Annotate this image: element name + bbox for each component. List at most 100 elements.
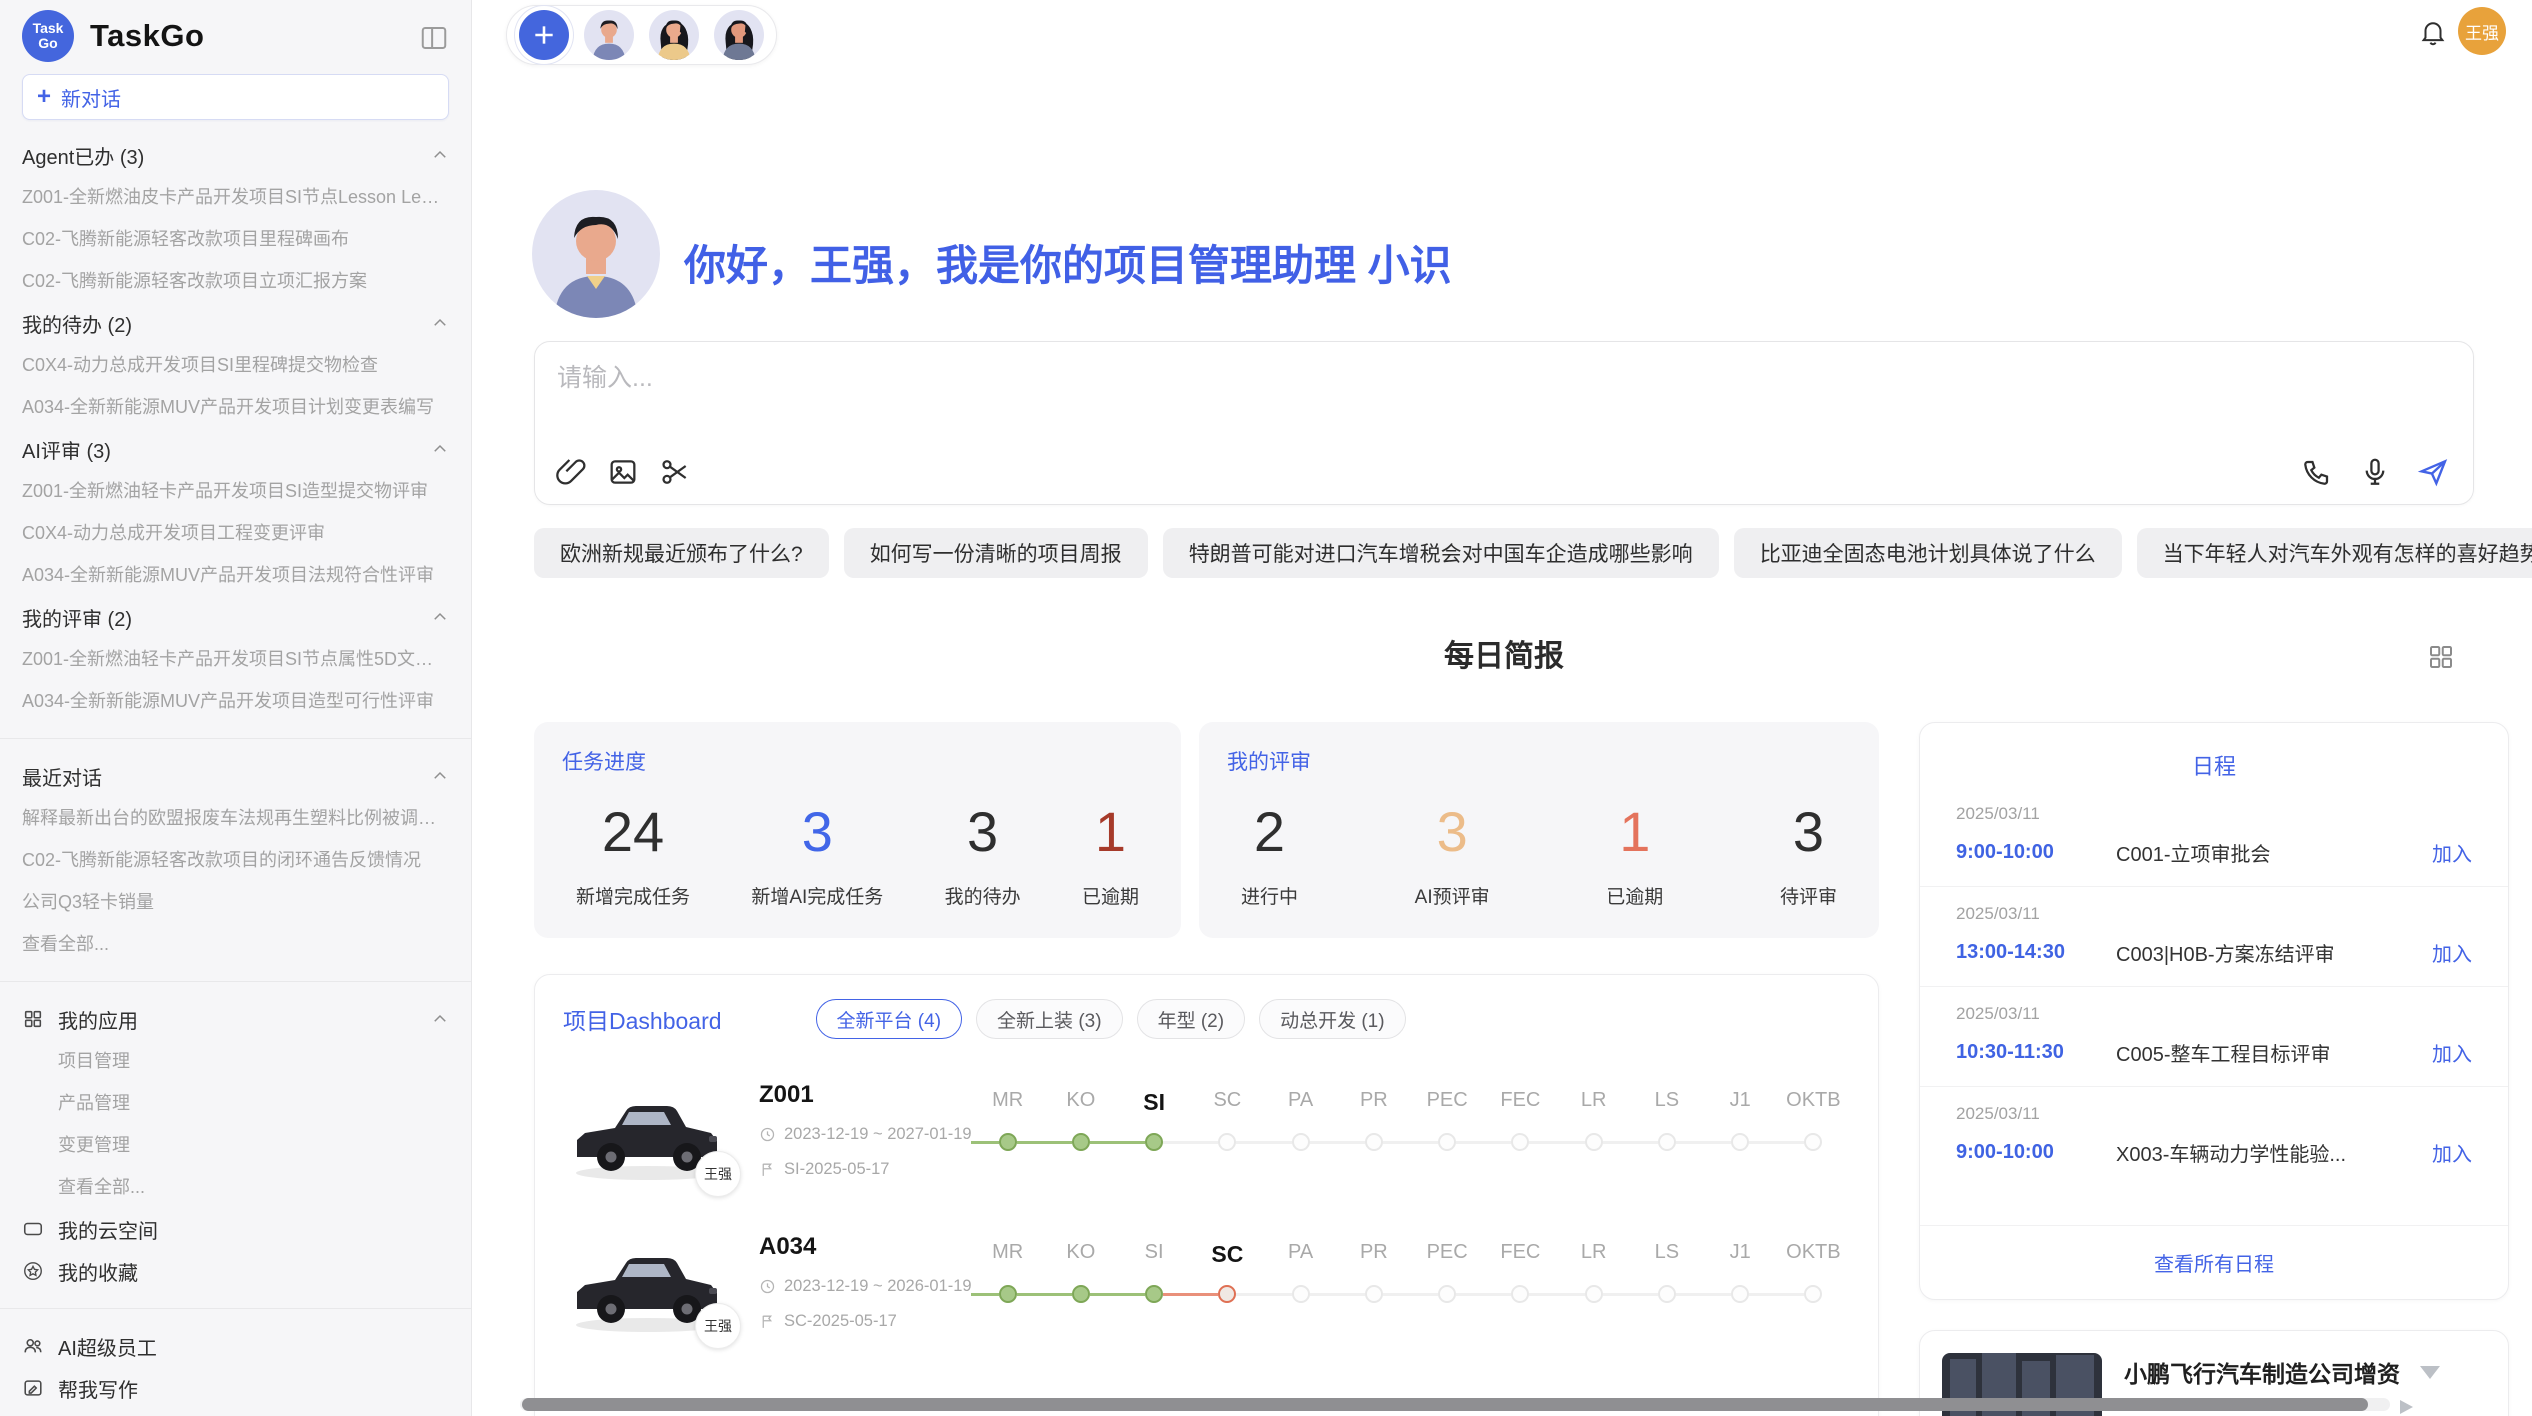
- event-join-link[interactable]: 加入: [2432, 838, 2472, 867]
- my-cloud-space[interactable]: 我的云空间: [22, 1208, 449, 1250]
- sidebar-task-item[interactable]: C02-飞腾新能源轻客改款项目立项汇报方案: [22, 260, 449, 302]
- schedule-card: 日程 2025/03/11 9:00-10:00 C001-立项审批会 加入 2…: [1919, 722, 2509, 1300]
- event-join-link[interactable]: 加入: [2432, 1138, 2472, 1167]
- milestone-dot: [1438, 1285, 1456, 1303]
- suggestion-chip[interactable]: 如何写一份清晰的项目周报: [844, 528, 1148, 578]
- chevron-up-icon: [431, 440, 449, 458]
- add-agent-button[interactable]: [519, 10, 569, 60]
- user-avatar[interactable]: 王强: [2458, 7, 2506, 55]
- sidebar-section-header[interactable]: AI评审 (3): [22, 428, 449, 470]
- suggestion-chip[interactable]: 欧洲新规最近颁布了什么?: [534, 528, 829, 578]
- horizontal-scrollbar-track[interactable]: [520, 1398, 2390, 1411]
- stat-item: 3 我的待办: [945, 794, 1021, 909]
- apps-view-all-link[interactable]: 查看全部...: [22, 1166, 449, 1208]
- suggestion-chip[interactable]: 当下年轻人对汽车外观有怎样的喜好趋势: [2137, 528, 2532, 578]
- scissors-icon[interactable]: [659, 456, 691, 488]
- scroll-right-arrow-icon[interactable]: [2400, 1400, 2413, 1414]
- milestone: LS: [1630, 1089, 1703, 1153]
- sidebar-section-header[interactable]: Agent已办 (3): [22, 134, 449, 176]
- project-vehicle-image: 王强: [563, 1079, 733, 1191]
- sidebar-task-item[interactable]: Z001-全新燃油轻卡产品开发项目SI造型提交物评审: [22, 470, 449, 512]
- clock-icon: [759, 1126, 776, 1143]
- tool-write[interactable]: 帮我写作: [22, 1367, 449, 1409]
- project-row[interactable]: 王强 A034 2023-12-19 ~ 2026-01-19 SC-2025-…: [563, 1231, 1850, 1343]
- suggestion-chip[interactable]: 特朗普可能对进口汽车增税会对中国车企造成哪些影响: [1163, 528, 1719, 578]
- sidebar-collapse-icon[interactable]: [419, 23, 449, 49]
- stat-value: 1: [1606, 794, 1663, 870]
- recent-conversation-item[interactable]: 解释最新出台的欧盟报废车法规再生塑料比例被调至15%...: [22, 797, 449, 839]
- view-all-schedule-link[interactable]: 查看所有日程: [1920, 1225, 2508, 1299]
- dashboard-filter-chip[interactable]: 全新平台 (4): [816, 999, 963, 1039]
- dashboard-filter-chip[interactable]: 年型 (2): [1137, 999, 1246, 1039]
- app-item[interactable]: 变更管理: [22, 1124, 449, 1166]
- sidebar-task-item[interactable]: C0X4-动力总成开发项目SI里程碑提交物检查: [22, 344, 449, 386]
- agent-avatar[interactable]: [714, 10, 764, 60]
- sidebar-task-item[interactable]: Z001-全新燃油轻卡产品开发项目SI节点属性5D文件评审: [22, 638, 449, 680]
- sidebar-task-item[interactable]: Z001-全新燃油皮卡产品开发项目SI节点Lesson Learn报告: [22, 176, 449, 218]
- chat-input[interactable]: [557, 364, 1757, 393]
- recent-section-header[interactable]: 最近对话: [22, 755, 449, 797]
- app-item[interactable]: 产品管理: [22, 1082, 449, 1124]
- sidebar-task-item[interactable]: A034-全新新能源MUV产品开发项目造型可行性评审: [22, 680, 449, 722]
- phone-icon[interactable]: [2301, 456, 2333, 488]
- chevron-up-icon: [431, 314, 449, 332]
- milestone-label: SC: [1191, 1241, 1264, 1273]
- milestone: OKTB: [1777, 1241, 1850, 1305]
- section-label: AI评审 (3): [22, 435, 111, 464]
- section-label: Agent已办 (3): [22, 141, 144, 170]
- sidebar-task-item[interactable]: A034-全新新能源MUV产品开发项目计划变更表编写: [22, 386, 449, 428]
- sidebar-section-header[interactable]: 我的评审 (2): [22, 596, 449, 638]
- sidebar-tools-section: AI超级员工 帮我写作 创意制图: [22, 1325, 449, 1416]
- stat-card: 任务进度 24 新增完成任务 3 新增AI完成任务 3 我的待办 1 已逾期: [534, 722, 1181, 938]
- attachment-icon[interactable]: [555, 456, 587, 488]
- microphone-icon[interactable]: [2359, 456, 2391, 488]
- sidebar-task-item[interactable]: C02-飞腾新能源轻客改款项目里程碑画布: [22, 218, 449, 260]
- project-vehicle-image: 王强: [563, 1231, 733, 1343]
- suggestion-chip[interactable]: 比亚迪全固态电池计划具体说了什么: [1734, 528, 2122, 578]
- recent-conversation-item[interactable]: C02-飞腾新能源轻客改款项目的闭环通告反馈情况: [22, 839, 449, 881]
- main-area: 王强 你好，王强，我是你的项目管理助理 小识: [472, 0, 2532, 1416]
- stat-value: 2: [1241, 794, 1298, 870]
- dashboard-filter-chip[interactable]: 全新上装 (3): [976, 999, 1123, 1039]
- event-join-link[interactable]: 加入: [2432, 938, 2472, 967]
- scroll-down-arrow-icon[interactable]: [2420, 1366, 2440, 1379]
- new-chat-button[interactable]: + 新对话: [22, 74, 449, 120]
- sidebar-task-item[interactable]: A034-全新新能源MUV产品开发项目法规符合性评审: [22, 554, 449, 596]
- stat-item: 2 进行中: [1241, 794, 1298, 909]
- stat-item: 3 新增AI完成任务: [751, 794, 883, 909]
- sidebar-section: AI评审 (3) Z001-全新燃油轻卡产品开发项目SI造型提交物评审C0X4-…: [22, 428, 449, 596]
- schedule-event: 2025/03/11 13:00-14:30 C003|H0B-方案冻结评审 加…: [1920, 886, 2508, 986]
- milestone-label: MR: [971, 1241, 1044, 1273]
- horizontal-scrollbar-thumb[interactable]: [522, 1398, 2368, 1411]
- recent-conversation-item[interactable]: 公司Q3轻卡销量: [22, 881, 449, 923]
- tool-pen[interactable]: 创意制图: [22, 1409, 449, 1416]
- milestone: PEC: [1411, 1089, 1484, 1153]
- event-title: C003|H0B-方案冻结评审: [2116, 938, 2335, 967]
- stat-label: AI预评审: [1415, 882, 1490, 909]
- agent-avatar[interactable]: [584, 10, 634, 60]
- sidebar-section: 我的待办 (2) C0X4-动力总成开发项目SI里程碑提交物检查A034-全新新…: [22, 302, 449, 428]
- send-icon[interactable]: [2417, 456, 2449, 488]
- app-item[interactable]: 项目管理: [22, 1040, 449, 1082]
- milestone-label: J1: [1704, 1089, 1777, 1121]
- notification-bell-icon[interactable]: [2418, 17, 2448, 47]
- recent-section: 最近对话 解释最新出台的欧盟报废车法规再生塑料比例被调至15%...C02-飞腾…: [22, 755, 449, 965]
- tool-people[interactable]: AI超级员工: [22, 1325, 449, 1367]
- milestone-label: PA: [1264, 1241, 1337, 1273]
- dashboard-filter-chip[interactable]: 动总开发 (1): [1259, 999, 1406, 1039]
- recent-view-all-link[interactable]: 查看全部...: [22, 923, 449, 965]
- my-apps-header[interactable]: 我的应用: [22, 998, 449, 1040]
- project-row[interactable]: 王强 Z001 2023-12-19 ~ 2027-01-19 SI-2025-…: [563, 1079, 1850, 1191]
- layout-grid-icon[interactable]: [2426, 642, 2456, 672]
- my-favorites[interactable]: 我的收藏: [22, 1250, 449, 1292]
- schedule-event: 2025/03/11 10:30-11:30 C005-整车工程目标评审 加入: [1920, 986, 2508, 1086]
- image-icon[interactable]: [607, 456, 639, 488]
- dashboard-title: 项目Dashboard: [563, 1002, 722, 1036]
- section-label: 我的待办 (2): [22, 309, 132, 338]
- agent-avatar[interactable]: [649, 10, 699, 60]
- sidebar-section-header[interactable]: 我的待办 (2): [22, 302, 449, 344]
- stat-item: 1 已逾期: [1082, 794, 1139, 909]
- sidebar-task-item[interactable]: C0X4-动力总成开发项目工程变更评审: [22, 512, 449, 554]
- right-column: 日程 2025/03/11 9:00-10:00 C001-立项审批会 加入 2…: [1919, 722, 2509, 1416]
- event-join-link[interactable]: 加入: [2432, 1038, 2472, 1067]
